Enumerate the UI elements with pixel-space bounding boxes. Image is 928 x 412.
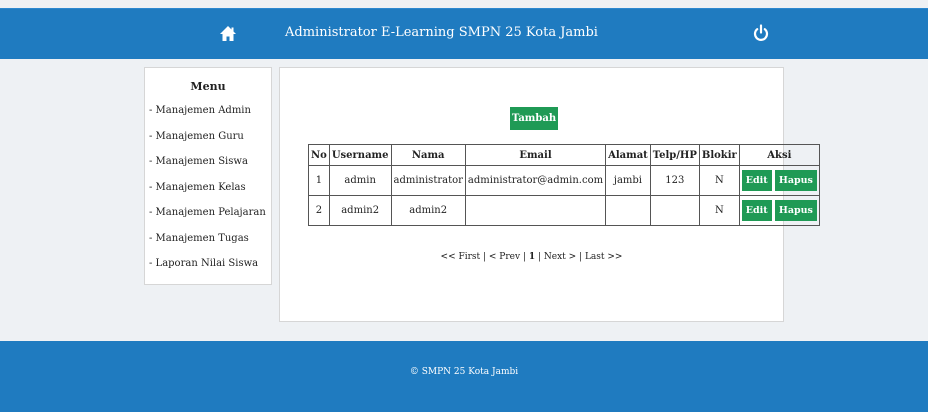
pager-separator: | [520, 252, 529, 262]
pager-prev[interactable]: < Prev [489, 252, 520, 262]
cell-nama: admin2 [390, 195, 466, 226]
delete-button[interactable]: Hapus [774, 170, 817, 191]
col-header-email: Email [464, 144, 607, 166]
cell-email [464, 195, 607, 226]
col-header-alamat: Alamat [605, 144, 651, 166]
cell-actions: Edit Hapus [738, 165, 820, 196]
cell-alamat [605, 195, 651, 226]
cell-no: 2 [308, 195, 330, 226]
sidebar-item-laporan-nilai[interactable]: - Laporan Nilai Siswa [149, 257, 266, 283]
cell-telp [649, 195, 700, 226]
table-row: 2 admin2 admin2 N Edit Hapus [308, 195, 820, 226]
sidebar-item-pelajaran[interactable]: - Manajemen Pelajaran [149, 206, 266, 232]
cell-no: 1 [308, 165, 330, 196]
pager-last[interactable]: Last >> [585, 252, 623, 262]
power-icon[interactable] [753, 24, 769, 42]
admin-table: No Username Nama Email Alamat Telp/HP Bl… [308, 144, 820, 226]
cell-telp: 123 [649, 165, 700, 196]
cell-blokir: N [698, 195, 740, 226]
pager-separator: | [480, 252, 489, 262]
pagination: << First | < Prev | 1 | Next > | Last >> [280, 252, 783, 262]
col-header-aksi: Aksi [738, 144, 820, 166]
app-title: Administrator E-Learning SMPN 25 Kota Ja… [285, 25, 598, 40]
edit-button[interactable]: Edit [741, 200, 772, 221]
col-header-telp: Telp/HP [649, 144, 700, 166]
cell-actions: Edit Hapus [738, 195, 820, 226]
cell-alamat: jambi [605, 165, 651, 196]
top-header: Administrator E-Learning SMPN 25 Kota Ja… [0, 8, 928, 59]
sidebar-item-siswa[interactable]: - Manajemen Siswa [149, 155, 266, 181]
add-button[interactable]: Tambah [510, 107, 558, 130]
pager-separator: | [576, 252, 585, 262]
footer: © SMPN 25 Kota Jambi [0, 341, 928, 412]
home-icon[interactable] [219, 25, 237, 43]
col-header-nama: Nama [390, 144, 466, 166]
menu-list: - Manajemen Admin - Manajemen Guru - Man… [149, 104, 266, 283]
main-panel: Tambah No Username Nama Email Alamat Tel… [279, 67, 820, 322]
col-header-no: No [308, 144, 330, 166]
col-header-username: Username [328, 144, 392, 166]
col-header-blokir: Blokir [698, 144, 740, 166]
cell-username: admin [328, 165, 392, 196]
pager-separator: | [535, 252, 544, 262]
pager-first[interactable]: << First [441, 252, 481, 262]
sidebar-item-admin[interactable]: - Manajemen Admin [149, 104, 266, 130]
cell-blokir: N [698, 165, 740, 196]
footer-copyright: © SMPN 25 Kota Jambi [409, 367, 519, 377]
edit-button[interactable]: Edit [741, 170, 772, 191]
delete-button[interactable]: Hapus [774, 200, 817, 221]
pager-next[interactable]: Next > [544, 252, 576, 262]
sidebar-item-guru[interactable]: - Manajemen Guru [149, 130, 266, 156]
cell-nama: administrator [390, 165, 466, 196]
table-header-row: No Username Nama Email Alamat Telp/HP Bl… [308, 144, 820, 166]
cell-username: admin2 [328, 195, 392, 226]
sidebar-item-tugas[interactable]: - Manajemen Tugas [149, 232, 266, 258]
cell-email: administrator@admin.com [464, 165, 607, 196]
sidebar-item-kelas[interactable]: - Manajemen Kelas [149, 181, 266, 207]
table-row: 1 admin administrator administrator@admi… [308, 165, 820, 196]
sidebar-menu: Menu - Manajemen Admin - Manajemen Guru … [144, 67, 272, 285]
menu-title: Menu [190, 80, 226, 93]
